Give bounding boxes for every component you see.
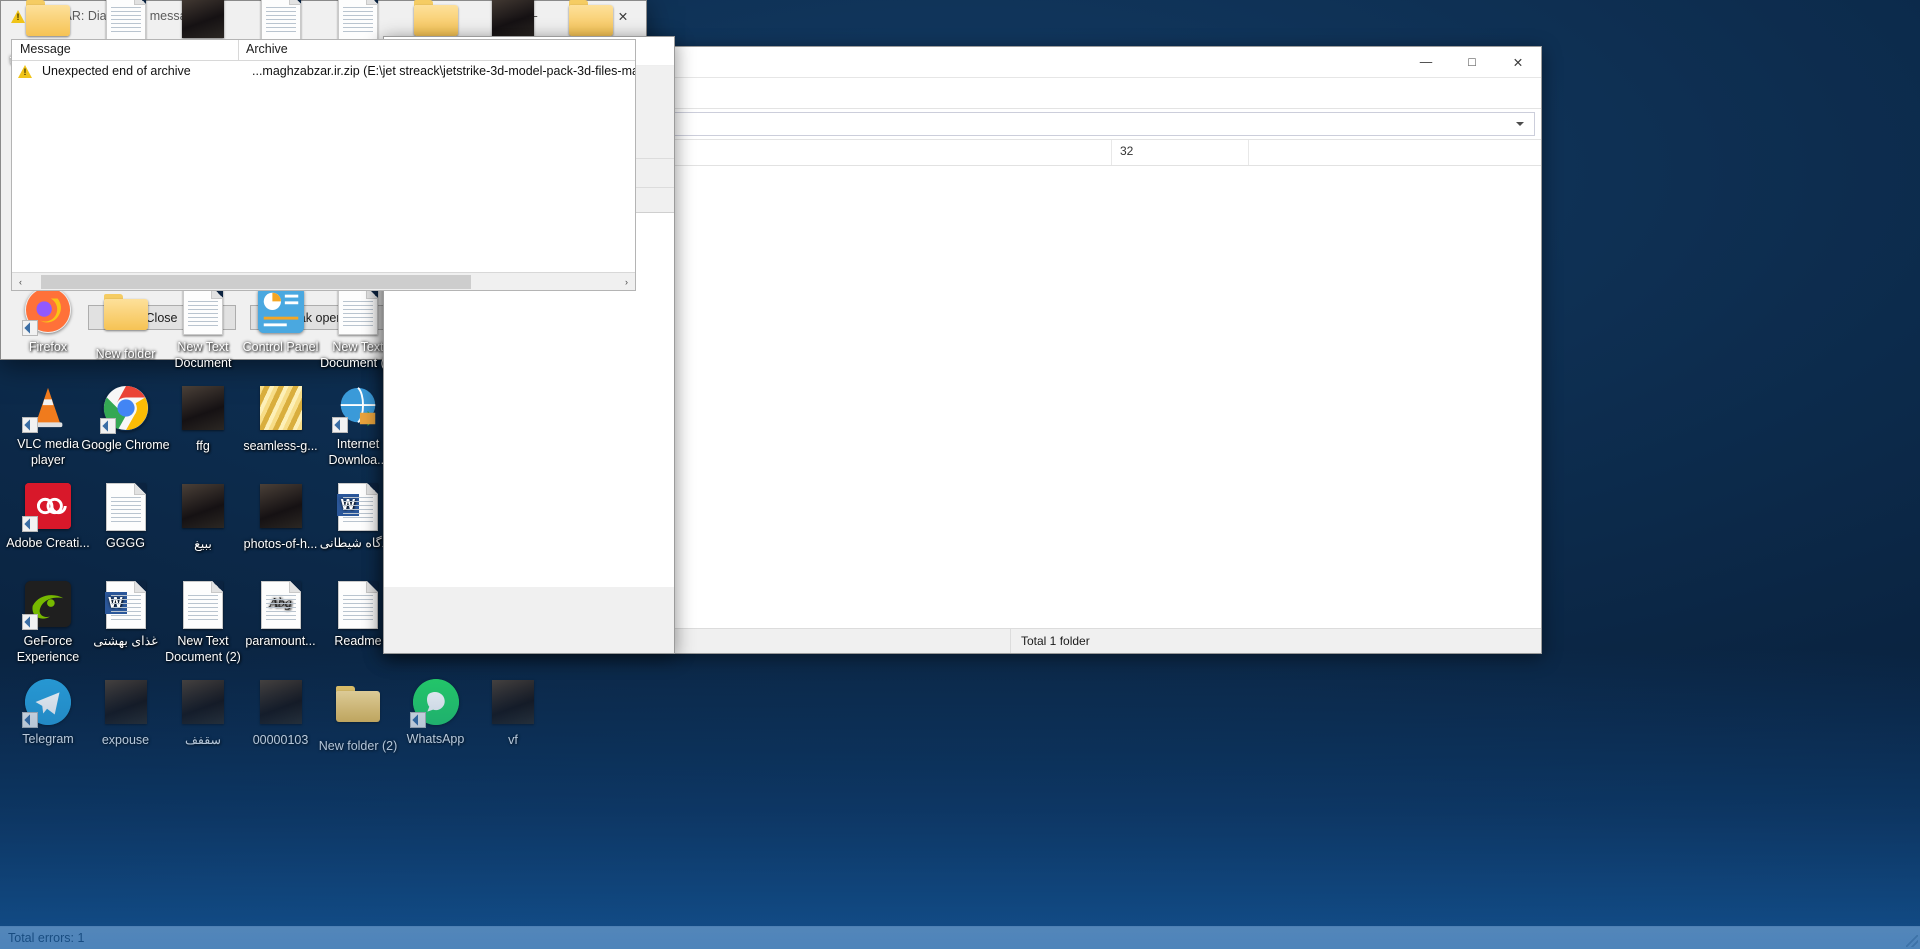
desktop-icon-glyph: [179, 680, 227, 728]
desktop-icon-glyph: W: [334, 483, 382, 531]
explorer-column-size[interactable]: 32: [1112, 140, 1249, 165]
desktop-icon-glyph: [257, 0, 305, 41]
shortcut-overlay-icon: [99, 418, 116, 434]
warning-triangle-icon: [18, 64, 32, 78]
text-document-icon: [260, 0, 301, 41]
desktop-icon-glyph: [179, 581, 227, 629]
desktop-icon-glyph: [334, 287, 382, 335]
explorer-caption-buttons[interactable]: — □ ✕: [1403, 47, 1541, 77]
picture-thumbnail-icon: [492, 0, 534, 38]
diagnostic-archive-path: ...maghzabzar.ir.zip (E:\jet streack\jet…: [252, 64, 635, 78]
diagnostic-message-text: Unexpected end of archive: [42, 64, 191, 78]
picture-thumbnail-icon: [259, 680, 302, 724]
column-header-message[interactable]: Message: [12, 40, 238, 60]
desktop-icon-glyph: [22, 483, 72, 532]
desktop-icon-glyph: [334, 0, 382, 41]
folder-icon: [336, 686, 380, 722]
desktop-icon-glyph: [334, 686, 382, 734]
shortcut-overlay-icon: [409, 712, 426, 728]
desktop-icon-glyph: [179, 484, 227, 532]
desktop-icon-glyph: [179, 386, 227, 434]
desktop-icon-glyph: [179, 287, 227, 335]
desktop-icon[interactable]: vf: [465, 678, 561, 748]
desktop-icon-glyph: [409, 679, 460, 728]
desktop-icon-glyph: [102, 483, 150, 531]
font-file-icon: Abg: [260, 581, 301, 629]
explorer-status-text: Total 1 folder: [1010, 629, 1541, 653]
desktop-icon-glyph: Abg: [257, 581, 305, 629]
desktop-icon-glyph: [334, 581, 382, 629]
folder-icon: [413, 0, 458, 36]
text-document-icon: [338, 287, 378, 335]
picture-thumbnail-icon: [182, 484, 224, 528]
total-errors-text: Total errors: 1: [8, 931, 85, 945]
desktop-icon-glyph: [99, 385, 150, 434]
picture-thumbnail-icon: [259, 386, 302, 430]
explorer-content-pane[interactable]: 32: [675, 140, 1541, 558]
picture-thumbnail-icon: [182, 0, 224, 38]
desktop-icon-glyph: [257, 386, 305, 434]
diagnostic-horizontal-scrollbar[interactable]: ‹ ›: [12, 272, 635, 290]
picture-thumbnail-icon: [492, 680, 534, 724]
scrollbar-track[interactable]: [29, 273, 618, 290]
desktop-icon-glyph: [102, 680, 150, 728]
diagnostic-message-list[interactable]: Message Archive Unexpected end of archiv…: [11, 39, 636, 291]
text-document-icon: [105, 0, 146, 41]
column-header-archive[interactable]: Archive: [238, 40, 635, 60]
desktop-icon-glyph: [22, 581, 72, 630]
desktop-icon-glyph: [102, 0, 150, 41]
desktop-icon-glyph: [22, 679, 72, 728]
desktop-icon-glyph: [257, 484, 305, 532]
picture-thumbnail-icon: [182, 386, 224, 430]
scrollbar-thumb[interactable]: [40, 274, 471, 289]
scroll-left-arrow-icon[interactable]: ‹: [12, 273, 29, 290]
scroll-right-arrow-icon[interactable]: ›: [618, 273, 635, 290]
text-document-icon: [338, 581, 378, 629]
desktop-icon-glyph: [257, 680, 305, 728]
chevron-down-icon[interactable]: [1516, 122, 1524, 126]
explorer-maximize-button[interactable]: □: [1449, 47, 1495, 77]
explorer-close-button[interactable]: ✕: [1495, 47, 1541, 77]
desktop-icon-label: vf: [508, 733, 518, 747]
text-document-icon: [338, 0, 378, 41]
desktop-icon-glyph: [332, 384, 382, 433]
explorer-column-name[interactable]: [675, 140, 1112, 165]
explorer-minimize-button[interactable]: —: [1403, 47, 1449, 77]
text-document-icon: [183, 287, 223, 335]
text-document-icon: [183, 581, 223, 629]
folder-icon: [26, 0, 70, 36]
explorer-column-headers[interactable]: 32: [675, 140, 1541, 166]
desktop-icon-glyph: [489, 680, 537, 728]
desktop-icon-glyph: W: [102, 581, 150, 629]
shortcut-overlay-icon: [22, 614, 38, 630]
diagnostic-row[interactable]: Unexpected end of archive ...maghzabzar.…: [12, 61, 635, 81]
shortcut-overlay-icon: [22, 516, 38, 532]
diagnostic-list-columns[interactable]: Message Archive: [12, 40, 635, 61]
desktop-icon-glyph: [179, 0, 227, 42]
desktop-icon-glyph: [22, 287, 72, 336]
text-document-icon: [105, 483, 146, 531]
shortcut-overlay-icon: [22, 320, 38, 336]
desktop-background: the-knight-3...uuudinasNew Text Document…: [0, 0, 1920, 949]
desktop-icon-glyph: [22, 384, 72, 433]
shortcut-overlay-icon: [332, 417, 348, 433]
resize-grip-icon[interactable]: [1906, 935, 1918, 947]
control-panel-icon: [257, 287, 304, 333]
picture-thumbnail-icon: [182, 680, 224, 724]
warning-triangle-icon: [11, 9, 25, 23]
shortcut-overlay-icon: [22, 712, 38, 728]
word-document-icon: W: [337, 483, 378, 531]
folder-icon: [568, 0, 613, 36]
desktop-icon-glyph: [257, 287, 305, 335]
dialog-status-bar: Total errors: 1: [0, 926, 1920, 949]
word-document-icon: W: [104, 581, 146, 629]
folder-icon: [103, 294, 148, 330]
picture-thumbnail-icon: [259, 484, 302, 528]
dialog-body: Message Archive Unexpected end of archiv…: [1, 31, 646, 330]
picture-thumbnail-icon: [104, 680, 147, 724]
shortcut-overlay-icon: [22, 417, 38, 433]
desktop-icon-glyph: [102, 294, 150, 342]
